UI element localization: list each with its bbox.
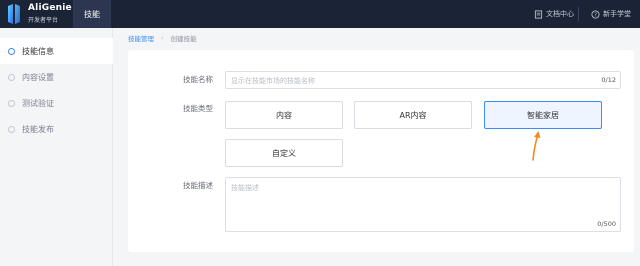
svg-text:?: ?	[594, 12, 597, 18]
orange-arrow-annotation-icon	[532, 131, 541, 161]
brand-subtitle: 开发者平台	[28, 17, 59, 24]
sidebar-item-label: 技能信息	[22, 46, 54, 56]
sidebar: 技能信息 内容设置 测试验证 技能发布	[0, 28, 113, 266]
breadcrumb-parent-link[interactable]: 技能管理	[128, 33, 154, 43]
brand-name: AliGenie	[28, 3, 72, 13]
sidebar-item-skill-info[interactable]: 技能信息	[0, 38, 113, 64]
skill-name-input[interactable]: 显示在技能市场的技能名称 0/12	[225, 71, 621, 89]
beginner-school-link[interactable]: ? 新手学堂	[591, 0, 631, 28]
step-circle-icon	[8, 73, 15, 81]
skill-description-textarea[interactable]: 技能描述 0/500	[225, 177, 621, 232]
breadcrumb-current: 创建技能	[170, 35, 197, 43]
docs-center-label: 文档中心	[546, 10, 574, 18]
skill-name-label: 技能名称	[183, 75, 213, 84]
skill-type-custom-option[interactable]: 自定义	[225, 139, 343, 167]
beginner-school-label: 新手学堂	[603, 10, 631, 18]
skill-description-counter: 0/500	[597, 220, 616, 228]
skill-type-smart-home-option[interactable]: 智能家居	[484, 101, 602, 129]
docs-center-link[interactable]: 文档中心	[534, 0, 574, 28]
skill-type-label: 技能类型	[183, 104, 213, 113]
top-navigation-bar: AliGenie 开发者平台 技能 文档中心 ? 新手学堂	[0, 0, 640, 28]
brand[interactable]: AliGenie 开发者平台	[0, 0, 72, 28]
sidebar-item-label: 内容设置	[22, 72, 54, 82]
aligenie-logo-icon	[8, 4, 20, 24]
sidebar-item-publish[interactable]: 技能发布	[0, 116, 113, 142]
skill-type-content-option[interactable]: 内容	[225, 101, 343, 129]
document-icon	[534, 9, 543, 19]
help-icon: ?	[591, 9, 600, 19]
skill-type-ar-content-option[interactable]: AR内容	[354, 101, 472, 129]
breadcrumb: 技能管理 › 创建技能	[128, 33, 197, 43]
skill-name-placeholder: 显示在技能市场的技能名称	[231, 77, 315, 85]
skill-name-counter: 0/12	[601, 76, 616, 84]
skill-description-placeholder: 技能描述	[231, 184, 259, 192]
divider	[578, 7, 579, 21]
chevron-right-icon: ›	[161, 34, 164, 42]
step-circle-icon	[8, 47, 15, 55]
sidebar-item-testing[interactable]: 测试验证	[0, 90, 113, 116]
step-circle-icon	[8, 99, 15, 107]
sidebar-item-label: 技能发布	[22, 124, 54, 134]
skill-description-label: 技能描述	[183, 181, 213, 190]
step-circle-icon	[8, 125, 15, 133]
tab-skills[interactable]: 技能	[73, 0, 111, 28]
sidebar-item-content-settings[interactable]: 内容设置	[0, 64, 113, 90]
sidebar-item-label: 测试验证	[22, 98, 54, 108]
